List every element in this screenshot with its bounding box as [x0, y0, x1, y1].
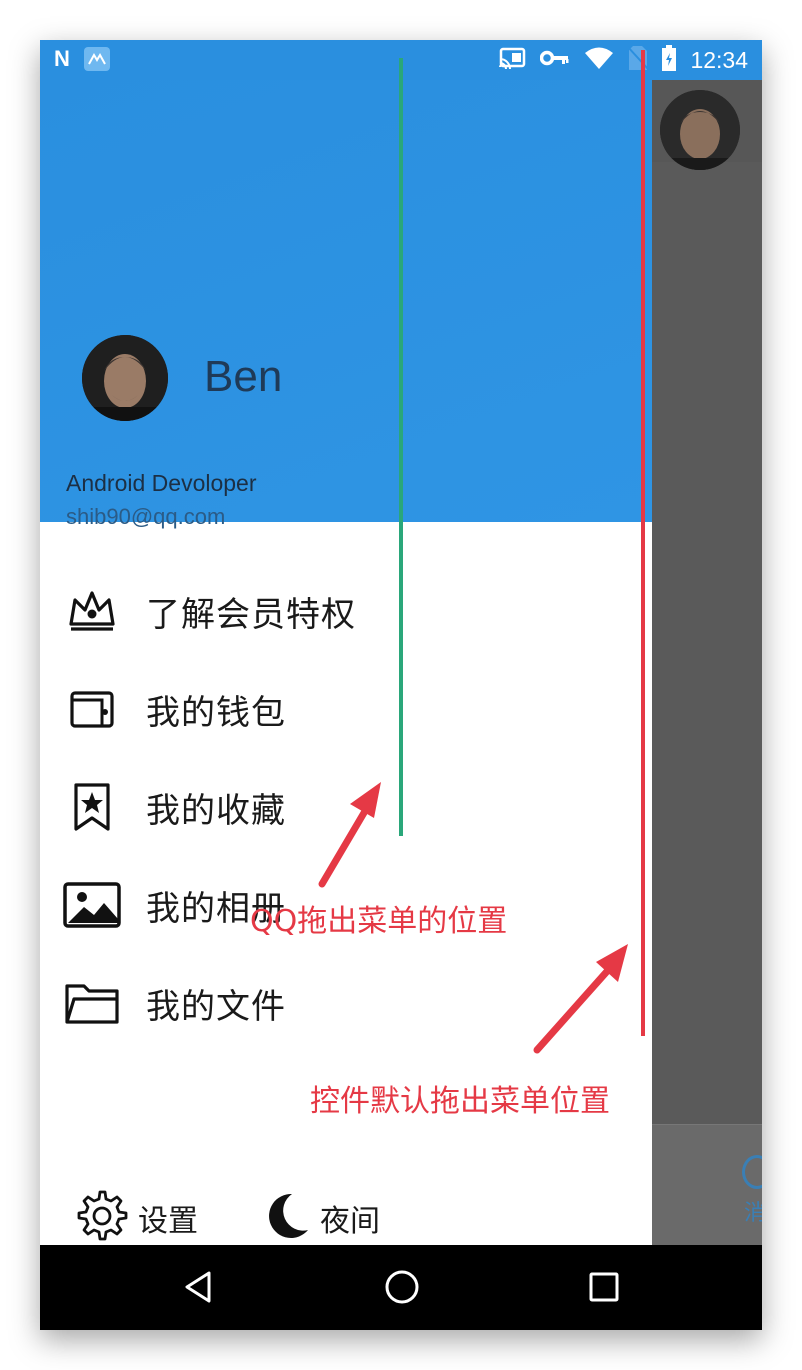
folder-icon — [62, 975, 122, 1031]
message-tab-label[interactable]: 消 — [744, 1195, 762, 1227]
recents-button[interactable] — [582, 1265, 626, 1309]
drawer-header: Ben Android Devoloper shib90@qq.com — [40, 80, 652, 529]
default-position-annotation: 控件默认拖出菜单位置 — [310, 1084, 610, 1119]
menu-item-label: 了解会员特权 — [146, 594, 356, 635]
menu-item-label: 我的收藏 — [146, 790, 286, 831]
night-mode-label: 夜间 — [320, 1204, 380, 1239]
crown-icon — [62, 583, 122, 639]
qq-position-annotation: QQ拖出菜单的位置 — [250, 904, 508, 939]
n-icon: N — [54, 46, 70, 71]
wallet-icon — [62, 681, 122, 737]
gear-icon — [76, 1190, 128, 1246]
moon-icon — [262, 1190, 310, 1246]
background-content[interactable]: 消 — [652, 80, 762, 1245]
profile-name: Ben — [204, 352, 283, 401]
menu-item-label: 我的文件 — [146, 986, 286, 1027]
profile-role: Android Devoloper — [66, 470, 257, 496]
navigation-bar — [40, 1245, 762, 1330]
status-bar: N 12:34 — [40, 40, 762, 80]
settings-button[interactable]: 设置 — [76, 1190, 198, 1246]
no-sim-icon — [627, 45, 650, 75]
bookmark-star-icon — [62, 779, 122, 835]
menu-item-membership[interactable]: 了解会员特权 — [40, 562, 652, 660]
menu-item-wallet[interactable]: 我的钱包 — [40, 660, 652, 758]
back-button[interactable] — [176, 1265, 220, 1309]
home-button[interactable] — [380, 1265, 424, 1309]
battery-icon — [662, 45, 677, 75]
background-toolbar — [652, 80, 762, 170]
message-tab-icon[interactable] — [742, 1155, 762, 1189]
navigation-drawer: Ben Android Devoloper shib90@qq.com 了解会员… — [40, 80, 652, 1245]
photo-icon — [62, 877, 122, 933]
menu-item-label: 我的钱包 — [146, 692, 286, 733]
settings-label: 设置 — [138, 1204, 198, 1239]
wifi-icon — [584, 46, 614, 74]
background-avatar[interactable] — [660, 90, 740, 170]
phone-screen: N 12:34 消 Ben Android Devoloper shib90@q… — [40, 40, 762, 1330]
cast-icon — [498, 47, 526, 73]
menu-item-files[interactable]: 我的文件 — [40, 954, 652, 1052]
menu-item-favorites[interactable]: 我的收藏 — [40, 758, 652, 856]
profile-email: shib90@qq.com — [66, 504, 226, 529]
night-mode-button[interactable]: 夜间 — [262, 1190, 380, 1246]
avatar[interactable] — [82, 335, 168, 421]
background-bottom-tabs: 消 — [652, 1124, 762, 1245]
clock: 12:34 — [690, 46, 748, 73]
key-icon — [540, 50, 570, 70]
mi-icon — [83, 47, 110, 71]
